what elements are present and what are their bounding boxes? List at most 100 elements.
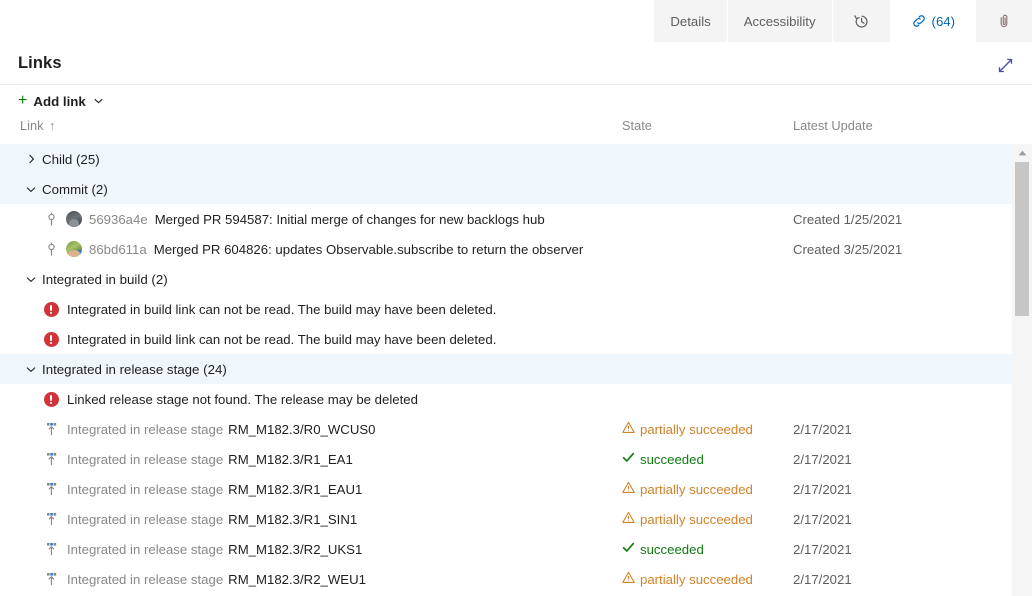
error-message: Linked release stage not found. The rele…	[67, 392, 418, 407]
commit-title[interactable]: Merged PR 604826: updates Observable.sub…	[154, 242, 584, 257]
group-label: Integrated in build (2)	[42, 272, 168, 287]
commit-title[interactable]: Merged PR 594587: Initial merge of chang…	[155, 212, 545, 227]
commit-hash[interactable]: 56936a4e	[89, 212, 148, 227]
commit-icon	[42, 212, 60, 227]
table-row[interactable]: 56936a4e Merged PR 594587: Initial merge …	[0, 204, 1012, 234]
tab-history[interactable]	[832, 0, 890, 42]
release-stage-name[interactable]: RM_M182.3/R2_UKS1	[228, 542, 362, 557]
table-row[interactable]: Integrated in release stage RM_M182.3/R1_…	[0, 444, 1012, 474]
latest-update-value: 2/17/2021	[793, 504, 852, 534]
links-panel: Details Accessibility (64)	[0, 0, 1032, 596]
group-header-row[interactable]: Commit (2)	[0, 174, 1012, 204]
group-header-row[interactable]: Child (25)	[0, 144, 1012, 174]
group-label: Integrated in release stage (24)	[42, 362, 227, 377]
column-header-link[interactable]: Link	[20, 118, 43, 133]
add-link-button[interactable]: + Add link	[18, 93, 103, 109]
tab-accessibility-label: Accessibility	[744, 14, 816, 29]
status-badge: partially succeeded	[622, 414, 753, 444]
status-label: partially succeeded	[640, 482, 753, 497]
links-rows: Child (25) Commit (2) 56936a4e Merged PR 59…	[0, 144, 1012, 594]
table-row[interactable]: Integrated in build link can not be read…	[0, 294, 1012, 324]
table-row[interactable]: Integrated in release stage RM_M182.3/R1_…	[0, 504, 1012, 534]
expand-diagonal-icon[interactable]	[992, 52, 1018, 78]
chevron-down-icon[interactable]	[22, 186, 40, 193]
group-label: Child (25)	[42, 152, 100, 167]
table-row[interactable]: Integrated in build link can not be read…	[0, 324, 1012, 354]
latest-update-value: 2/17/2021	[793, 474, 852, 504]
release-stage-name[interactable]: RM_M182.3/R1_EA1	[228, 452, 353, 467]
release-stage-name[interactable]: RM_M182.3/R0_WCUS0	[228, 422, 375, 437]
table-row[interactable]: Linked release stage not found. The rele…	[0, 384, 1012, 414]
success-check-icon	[622, 541, 635, 557]
status-badge: succeeded	[622, 534, 704, 564]
scrollbar-thumb[interactable]	[1015, 162, 1029, 316]
section-header: Links	[0, 42, 1032, 84]
status-label: partially succeeded	[640, 422, 753, 437]
error-icon	[42, 392, 60, 407]
tab-accessibility[interactable]: Accessibility	[727, 0, 832, 42]
avatar	[66, 211, 82, 227]
group-header-row[interactable]: Integrated in build (2)	[0, 264, 1012, 294]
column-header-state[interactable]: State	[622, 118, 652, 133]
release-stage-prefix: Integrated in release stage	[67, 452, 223, 467]
status-badge: partially succeeded	[622, 474, 753, 504]
error-message: Integrated in build link can not be read…	[67, 302, 496, 317]
tab-details[interactable]: Details	[653, 0, 726, 42]
release-stage-icon	[42, 482, 60, 497]
latest-update-value: Created 1/25/2021	[793, 204, 902, 234]
tab-strip-filler	[0, 0, 653, 42]
tab-links[interactable]: (64)	[890, 0, 975, 42]
release-stage-prefix: Integrated in release stage	[67, 482, 223, 497]
table-row[interactable]: Integrated in release stage RM_M182.3/R2_…	[0, 564, 1012, 594]
commit-hash[interactable]: 86bd611a	[89, 242, 147, 257]
links-grid: Child (25) Commit (2) 56936a4e Merged PR 59…	[0, 144, 1032, 596]
warning-triangle-icon	[622, 571, 635, 587]
history-icon	[853, 13, 870, 30]
tab-attachments[interactable]	[975, 0, 1032, 42]
table-row[interactable]: Integrated in release stage RM_M182.3/R2_…	[0, 534, 1012, 564]
release-stage-prefix: Integrated in release stage	[67, 542, 223, 557]
link-icon	[911, 13, 927, 29]
page-title: Links	[18, 54, 62, 73]
latest-update-value: 2/17/2021	[793, 414, 852, 444]
release-stage-prefix: Integrated in release stage	[67, 512, 223, 527]
release-stage-prefix: Integrated in release stage	[67, 572, 223, 587]
sort-ascending-icon: ↑	[49, 118, 55, 133]
status-label: succeeded	[640, 542, 704, 557]
release-stage-prefix: Integrated in release stage	[67, 422, 223, 437]
link-count: (64)	[932, 14, 955, 29]
column-headers: Link ↑ State Latest Update	[0, 118, 1032, 144]
table-row[interactable]: 86bd611a Merged PR 604826: updates Observ…	[0, 234, 1012, 264]
vertical-scrollbar[interactable]	[1012, 144, 1032, 596]
release-stage-icon	[42, 512, 60, 527]
group-header-row[interactable]: Integrated in release stage (24)	[0, 354, 1012, 384]
scroll-up-arrow-icon[interactable]	[1012, 144, 1032, 161]
release-stage-icon	[42, 572, 60, 587]
error-message: Integrated in build link can not be read…	[67, 332, 496, 347]
warning-triangle-icon	[622, 421, 635, 437]
table-row[interactable]: Integrated in release stage RM_M182.3/R1_…	[0, 474, 1012, 504]
chevron-right-icon[interactable]	[22, 154, 40, 164]
latest-update-value: Created 3/25/2021	[793, 234, 902, 264]
release-stage-icon	[42, 422, 60, 437]
latest-update-value: 2/17/2021	[793, 534, 852, 564]
release-stage-icon	[42, 452, 60, 467]
links-toolbar: + Add link	[0, 85, 1032, 117]
tab-details-label: Details	[670, 14, 710, 29]
chevron-down-icon[interactable]	[22, 276, 40, 283]
latest-update-value: 2/17/2021	[793, 444, 852, 474]
commit-icon	[42, 242, 60, 257]
status-label: partially succeeded	[640, 572, 753, 587]
attachment-icon	[996, 13, 1012, 29]
error-icon	[42, 332, 60, 347]
release-stage-name[interactable]: RM_M182.3/R2_WEU1	[228, 572, 366, 587]
release-stage-name[interactable]: RM_M182.3/R1_EAU1	[228, 482, 362, 497]
error-icon	[42, 302, 60, 317]
column-header-latest-update[interactable]: Latest Update	[793, 118, 873, 133]
status-label: succeeded	[640, 452, 704, 467]
group-label: Commit (2)	[42, 182, 108, 197]
avatar	[66, 241, 82, 257]
release-stage-name[interactable]: RM_M182.3/R1_SIN1	[228, 512, 357, 527]
chevron-down-icon[interactable]	[22, 366, 40, 373]
table-row[interactable]: Integrated in release stage RM_M182.3/R0_…	[0, 414, 1012, 444]
